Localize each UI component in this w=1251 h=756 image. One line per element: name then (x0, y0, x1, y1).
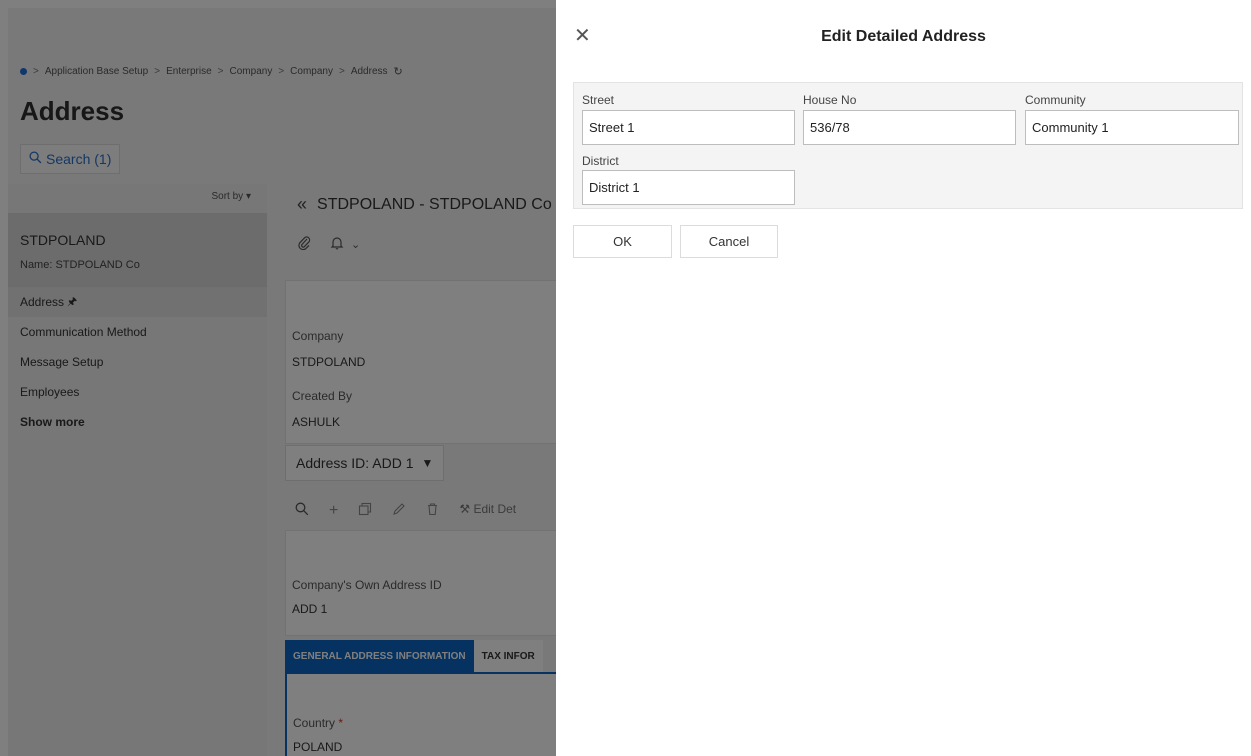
paperclip-icon[interactable] (297, 236, 311, 254)
breadcrumb-item-company-2[interactable]: Company (290, 66, 333, 77)
created-by-label: Created By (292, 389, 353, 403)
house-no-input[interactable]: 536/78 (803, 110, 1016, 145)
record-title: STDPOLAND (20, 232, 106, 248)
address-tabs: GENERAL ADDRESS INFORMATION TAX INFOR (285, 640, 543, 672)
breadcrumb-item-company[interactable]: Company (230, 66, 273, 77)
company-label: Company (292, 329, 344, 343)
tab-tax-information[interactable]: TAX INFOR (473, 640, 543, 672)
bell-icon[interactable] (329, 236, 345, 254)
house-no-label: House No (803, 93, 857, 107)
record-subtitle: Name: STDPOLAND Co (20, 259, 140, 271)
sidebar-item-communication-method[interactable]: Communication Method (8, 317, 267, 347)
caret-down-icon: ▼ (421, 456, 434, 470)
chevron-down-icon[interactable]: ⌄ (351, 238, 360, 254)
breadcrumb-item-enterprise[interactable]: Enterprise (166, 66, 212, 77)
country-label: Country * (293, 716, 344, 730)
community-input[interactable]: Community 1 (1025, 110, 1239, 145)
tool-icon: ⚒ (459, 502, 471, 516)
own-address-card: Company's Own Address ID ADD 1 (285, 530, 585, 636)
address-list-toolbar: + ⚒ Edit Det (295, 502, 516, 521)
home-icon[interactable] (20, 68, 27, 75)
tab-general-address-information[interactable]: GENERAL ADDRESS INFORMATION (285, 640, 474, 672)
refresh-icon[interactable]: ↻ (394, 65, 403, 78)
pin-icon[interactable]: 🖈 (67, 293, 77, 312)
double-chevron-left-icon[interactable]: « (297, 194, 307, 215)
address-id-selector[interactable]: Address ID: ADD 1 ▼ (285, 445, 445, 481)
delete-icon[interactable] (426, 502, 439, 521)
breadcrumb-item-application-base-setup[interactable]: Application Base Setup (45, 66, 148, 77)
duplicate-icon[interactable] (358, 502, 372, 521)
record-toolbar: ⌄ (297, 236, 360, 254)
general-address-panel: Country * POLAND (285, 672, 585, 756)
country-value: POLAND (293, 740, 343, 754)
breadcrumb-item-address: Address (350, 66, 388, 77)
cancel-button[interactable]: Cancel (680, 225, 778, 258)
street-input[interactable]: Street 1 (582, 110, 795, 145)
record-selector[interactable]: « STDPOLAND - STDPOLAND Co ▼ (297, 194, 575, 215)
created-by-value: ASHULK (292, 415, 341, 429)
sidebar: Sort by ▾ STDPOLAND Name: STDPOLAND Co A… (8, 184, 267, 756)
community-label: Community (1025, 93, 1086, 107)
detailed-address-form: Street Street 1 House No 536/78 Communit… (573, 82, 1243, 209)
company-value: STDPOLAND (292, 355, 366, 369)
street-label: Street (582, 93, 615, 107)
edit-icon[interactable] (392, 502, 406, 521)
required-mark: * (338, 716, 344, 730)
add-icon[interactable]: + (329, 502, 338, 521)
district-label: District (582, 154, 619, 168)
sidebar-item-address[interactable]: Address 🖈 (8, 287, 267, 317)
sidebar-item-employees[interactable]: Employees (8, 377, 267, 407)
own-address-value: ADD 1 (292, 602, 328, 616)
caret-down-icon: ▾ (245, 191, 251, 202)
record-selector-label: STDPOLAND - STDPOLAND Co (317, 195, 552, 213)
page-title: Address (20, 96, 125, 126)
company-header-card: Company STDPOLAND Created By ASHULK (285, 280, 585, 444)
sort-by-button[interactable]: Sort by ▾ (212, 191, 252, 202)
breadcrumb: > Application Base Setup > Enterprise > … (20, 65, 403, 78)
district-input[interactable]: District 1 (582, 170, 795, 205)
edit-detailed-address-button[interactable]: ⚒ Edit Det (459, 502, 516, 521)
show-more-link[interactable]: Show more (8, 407, 267, 437)
search-icon (29, 151, 42, 167)
own-address-label: Company's Own Address ID (292, 578, 442, 592)
dialog-title: Edit Detailed Address (821, 28, 986, 45)
sidebar-item-message-setup[interactable]: Message Setup (8, 347, 267, 377)
ok-button[interactable]: OK (573, 225, 672, 258)
search-button[interactable]: Search (1) (20, 144, 121, 174)
record-card[interactable]: STDPOLAND Name: STDPOLAND Co (8, 213, 267, 287)
search-label: Search (1) (46, 151, 112, 167)
edit-detailed-address-dialog: ✕ Edit Detailed Address Street Street 1 … (556, 8, 1251, 756)
search-icon[interactable] (295, 502, 309, 521)
